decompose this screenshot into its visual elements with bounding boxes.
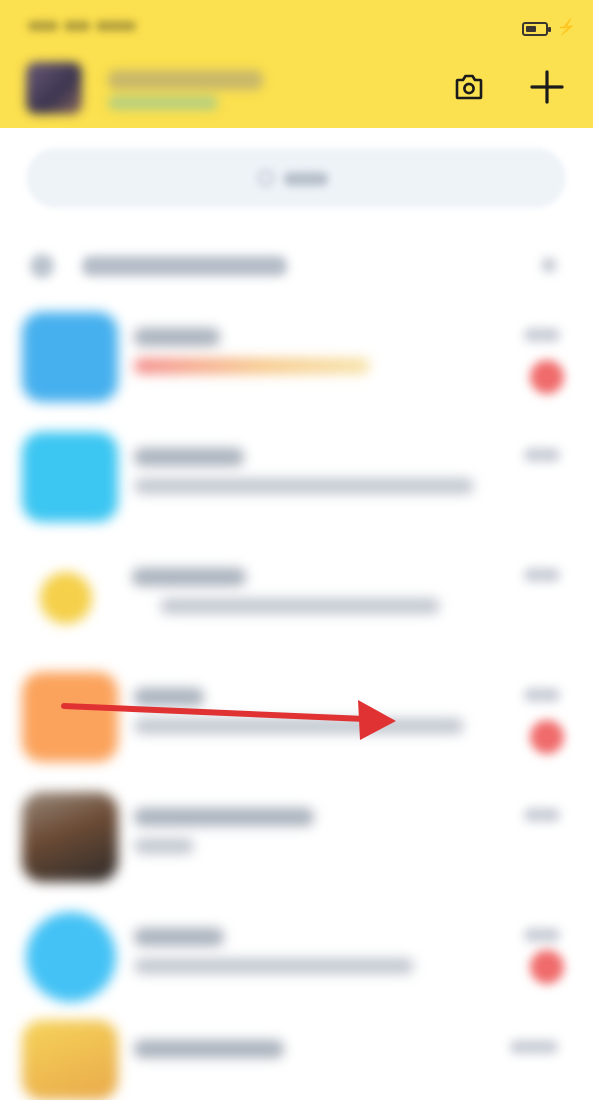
conversation-time [524,928,560,942]
nickname [108,70,263,90]
search-placeholder [258,170,338,188]
conversation-preview [160,598,440,614]
conversation-avatar [26,912,116,1002]
conversation-time [524,568,560,582]
search-icon [258,170,274,186]
camera-icon [455,74,483,100]
top-header: ⚡ [0,0,593,128]
unread-badge [530,950,564,984]
plus-icon [530,70,564,104]
camera-button[interactable] [452,70,486,104]
unread-badge [530,720,564,754]
conversation-title [132,568,246,586]
conversation-item[interactable] [0,298,593,416]
conversation-title [134,928,224,946]
conversation-preview [134,958,414,974]
conversation-time [524,448,560,462]
conversation-item[interactable] [0,898,593,1016]
conversation-title [134,1040,284,1058]
battery-icon [522,22,551,36]
conversation-item[interactable] [0,778,593,896]
chevron-icon [542,258,556,272]
add-button[interactable] [528,68,566,106]
conversation-preview [134,718,464,734]
conversation-title [134,688,204,706]
search-placeholder-text [284,172,328,186]
charging-bolt-icon: ⚡ [557,19,576,36]
conversation-title [134,448,244,466]
unread-badge [530,360,564,394]
conversation-title [134,328,220,346]
conversation-avatar [22,672,118,762]
conversation-item[interactable] [0,538,593,656]
conversation-title [134,808,314,826]
conversation-preview [134,358,370,374]
section-title [82,256,287,276]
conversation-preview [134,838,194,854]
conversation-avatar [22,792,118,882]
device-icon [30,254,54,278]
device-section-header[interactable] [30,246,570,286]
conversation-time [524,808,560,822]
online-status [108,96,218,110]
conversation-item[interactable] [0,1010,593,1100]
conversation-time [510,1040,558,1054]
avatar[interactable] [26,62,82,114]
conversation-avatar [22,312,118,402]
conversation-time [524,688,560,702]
conversation-avatar [22,432,118,522]
status-time [28,18,168,36]
status-bar: ⚡ [0,0,593,50]
conversation-avatar [40,572,92,624]
conversation-avatar [22,1020,118,1100]
conversation-item[interactable] [0,658,593,776]
conversation-time [524,328,560,342]
conversation-item[interactable] [0,418,593,536]
conversation-preview [134,478,474,494]
